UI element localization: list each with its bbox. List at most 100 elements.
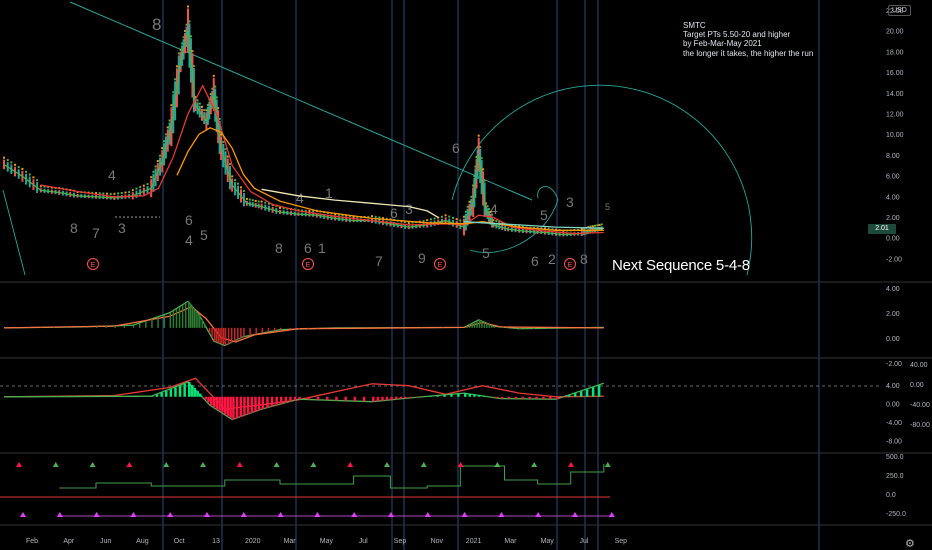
macd-histogram-bar [556,396,559,400]
x-axis-tick: Nov [431,538,444,545]
signal-buy-marker [608,512,615,517]
candle-wick [495,220,498,223]
macd-histogram-bar [528,396,531,399]
oscillator-bar [65,327,67,328]
annotation-line: SMTC [683,21,706,30]
macd-histogram-bar [482,395,485,397]
oscillator-bar [488,324,491,328]
svg-text:2: 2 [548,251,556,267]
oscillator-bar [145,321,147,328]
gear-icon[interactable]: ⚙ [905,537,915,550]
candle-wick [159,154,162,157]
currency-button[interactable]: USD [888,5,911,16]
oscillator-bar [230,327,233,343]
signals-y-tick: 250.0 [886,473,904,480]
candle-wick [374,215,377,218]
candle-wick [214,85,217,88]
svg-text:6: 6 [185,212,193,228]
candle-wick [231,175,234,178]
macd-histogram-bar [468,393,472,397]
price-y-tick: 0.00 [886,236,900,243]
oscillator-bar [197,312,199,328]
candle-wick [483,179,486,182]
macd-histogram-bar [293,396,297,401]
candle-wick [150,176,153,179]
macd-histogram-bar [585,389,589,397]
oscillator-bar [473,322,476,328]
price-y-tick: 12.00 [886,112,904,119]
candle-wick [135,187,138,190]
signal-triangle-marker [568,462,574,467]
svg-text:3: 3 [118,220,126,236]
oscillator-bar [151,319,153,328]
candle-wick [591,225,594,228]
macd-histogram-bar [165,390,168,397]
svg-text:5: 5 [540,207,548,223]
oscillator-bar [273,327,276,331]
x-axis-tick: Jun [100,538,111,545]
macd-y-tick: 0.00 [886,402,900,409]
svg-text:6: 6 [304,240,312,256]
candle-wick [146,183,149,186]
candle-wick [234,179,237,182]
macd-histogram-bar [221,396,224,413]
macd-histogram-bar [212,396,216,408]
macd-histogram-bar [326,396,329,401]
macd-histogram-bar [246,396,250,415]
oscillator-bar [208,327,211,333]
x-axis-tick: Jul [580,538,589,545]
oscillator-bar [53,327,55,328]
oscillator-bar [478,319,481,328]
macd-y-tick-right: -40.00 [910,402,930,409]
candle-wick [479,145,482,148]
candle-wick [154,165,157,168]
x-axis-tick: 13 [212,538,220,545]
candle-wick [177,52,180,55]
oscillator-bar [307,327,310,329]
x-axis-tick: Feb [26,538,38,545]
price-y-tick: -2.00 [886,256,902,263]
oscillator-bar [486,322,488,328]
candle-wick [172,91,175,94]
candle-wick [3,156,5,159]
svg-text:6: 6 [452,140,460,156]
candle-wick [175,65,178,68]
macd-histogram-bar [376,396,380,402]
sequence-vlines [162,0,820,550]
signal-buy-marker [93,512,100,517]
signal-buy-marker [498,512,505,517]
left-arc [2,189,26,276]
candle-wick [36,179,39,182]
signal-triangle-marker [347,462,354,467]
candle-wick [470,195,473,198]
next-sequence-label: Next Sequence 5-4-8 [612,257,750,274]
candle-wick [25,170,28,173]
macd-histogram-bar [178,385,182,397]
candle-wick [139,186,142,189]
oscillator-series-line [3,300,604,347]
macd-histogram-bar [183,383,186,397]
macd-series-line [3,381,605,421]
x-axis-tick: May [320,538,334,545]
signal-buy-marker [388,512,394,517]
signals-y-tick: -250.0 [886,511,906,518]
oscillator-bar [280,327,282,330]
signal-buy-marker [130,512,137,517]
candle-wick [192,65,195,68]
fib-arc [451,84,753,276]
candle-wick [21,167,24,170]
candle-wick [248,198,251,201]
macd-histogram-bar [169,389,173,397]
macd-histogram-bar [280,396,283,405]
candle-wick [189,35,192,38]
macd-histogram-bar [385,396,389,401]
macd-histogram-bar [443,394,446,397]
signal-triangle-marker [52,462,59,467]
oscillator-bar [289,327,291,330]
svg-text:8: 8 [70,220,78,236]
oscillator-bar [261,327,264,334]
oscillator-bar [157,316,159,328]
svg-text:3: 3 [405,201,413,217]
oscillator-bar [215,327,218,342]
signal-buy-marker [277,512,284,517]
